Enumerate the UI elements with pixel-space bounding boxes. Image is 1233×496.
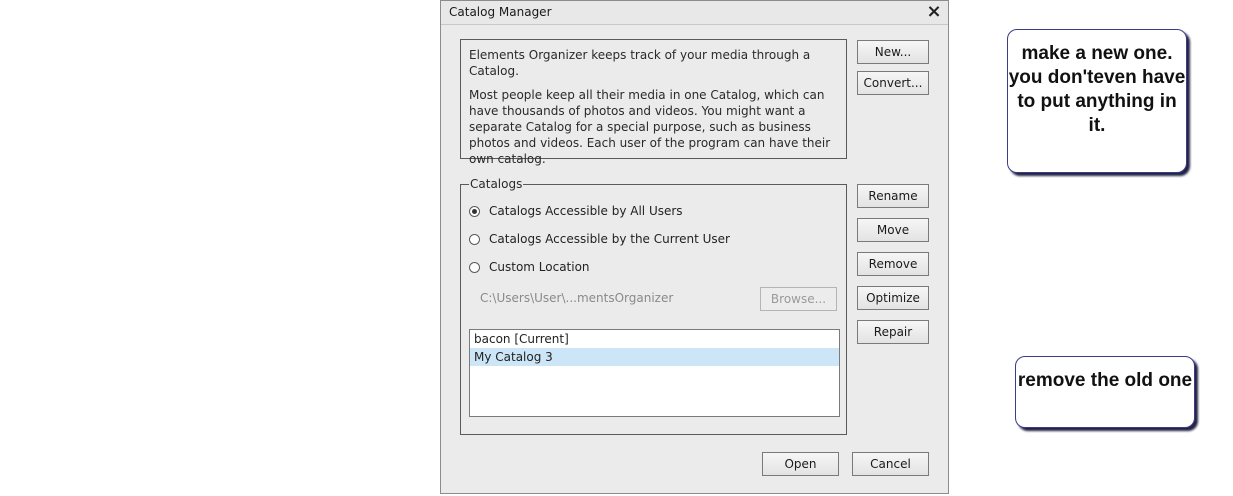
- new-button[interactable]: New...: [857, 40, 929, 64]
- remove-button[interactable]: Remove: [857, 252, 929, 276]
- list-item-selected[interactable]: My Catalog 3: [470, 348, 839, 366]
- info-text-intro: Elements Organizer keeps track of your m…: [469, 48, 811, 78]
- browse-button[interactable]: Browse...: [760, 287, 837, 311]
- catalogs-legend: Catalogs: [470, 177, 523, 191]
- catalog-list[interactable]: bacon [Current] My Catalog 3: [469, 329, 840, 417]
- open-button[interactable]: Open: [762, 452, 839, 476]
- rename-button[interactable]: Rename: [857, 184, 929, 208]
- cancel-button[interactable]: Cancel: [852, 452, 929, 476]
- radio-label-all-users: Catalogs Accessible by All Users: [489, 204, 683, 218]
- info-text-detail: Most people keep all their media in one …: [469, 88, 831, 166]
- optimize-button[interactable]: Optimize: [857, 286, 929, 310]
- radio-label-custom-location: Custom Location: [489, 260, 590, 274]
- callout-new-note: make a new one. you don'teven have to pu…: [1007, 29, 1187, 173]
- info-box: Elements Organizer keeps track of your m…: [460, 39, 847, 166]
- radio-label-current-user: Catalogs Accessible by the Current User: [489, 232, 730, 246]
- convert-button[interactable]: Convert...: [857, 71, 929, 95]
- repair-button[interactable]: Repair: [857, 320, 929, 344]
- close-icon[interactable]: ×: [925, 2, 943, 22]
- radio-button[interactable]: [469, 262, 480, 273]
- callout-remove-note: remove the old one: [1015, 356, 1195, 428]
- title-bar: Catalog Manager ×: [441, 1, 948, 25]
- list-item[interactable]: bacon [Current]: [470, 330, 839, 348]
- catalog-manager-dialog: Catalog Manager × Elements Organizer kee…: [440, 0, 949, 494]
- radio-button-checked[interactable]: [469, 206, 480, 217]
- move-button[interactable]: Move: [857, 218, 929, 242]
- radio-button[interactable]: [469, 234, 480, 245]
- custom-location-path: C:\Users\User\...mentsOrganizer: [480, 291, 674, 305]
- dialog-title: Catalog Manager: [449, 5, 552, 19]
